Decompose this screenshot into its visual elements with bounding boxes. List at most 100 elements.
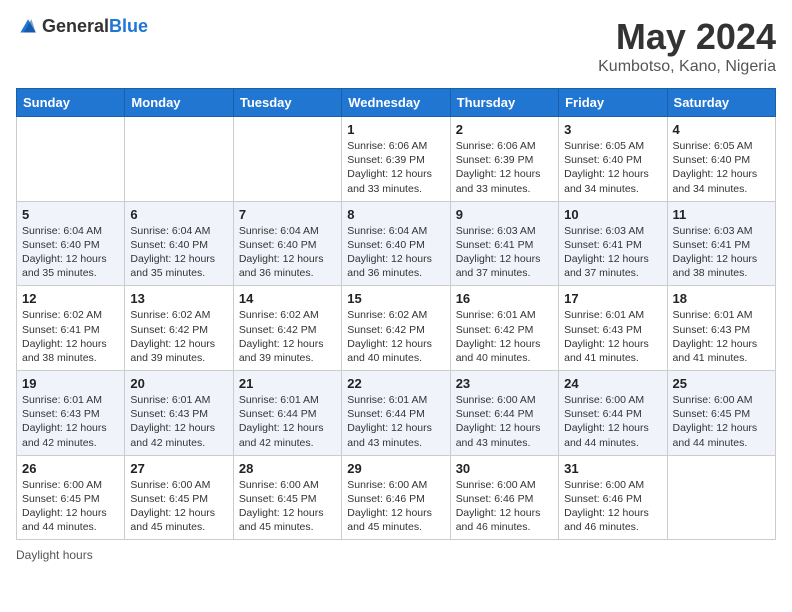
day-number: 12 — [22, 291, 119, 306]
header-cell-thursday: Thursday — [450, 89, 558, 117]
day-cell: 6 Sunrise: 6:04 AM Sunset: 6:40 PM Daylig… — [125, 201, 233, 286]
title-section: May 2024 Kumbotso, Kano, Nigeria — [598, 16, 776, 76]
day-number: 3 — [564, 122, 661, 137]
day-number: 23 — [456, 376, 553, 391]
day-info: Sunrise: 6:06 AM Sunset: 6:39 PM Dayligh… — [456, 139, 553, 196]
day-number: 20 — [130, 376, 227, 391]
day-cell — [125, 117, 233, 202]
day-info: Sunrise: 6:00 AM Sunset: 6:44 PM Dayligh… — [564, 393, 661, 450]
day-cell: 10 Sunrise: 6:03 AM Sunset: 6:41 PM Dayli… — [559, 201, 667, 286]
day-cell: 5 Sunrise: 6:04 AM Sunset: 6:40 PM Daylig… — [17, 201, 125, 286]
logo-general: General — [42, 16, 109, 36]
header-cell-monday: Monday — [125, 89, 233, 117]
day-cell: 21 Sunrise: 6:01 AM Sunset: 6:44 PM Dayli… — [233, 371, 341, 456]
day-number: 19 — [22, 376, 119, 391]
day-info: Sunrise: 6:01 AM Sunset: 6:43 PM Dayligh… — [130, 393, 227, 450]
day-info: Sunrise: 6:00 AM Sunset: 6:46 PM Dayligh… — [347, 478, 444, 535]
day-info: Sunrise: 6:03 AM Sunset: 6:41 PM Dayligh… — [456, 224, 553, 281]
header-cell-saturday: Saturday — [667, 89, 775, 117]
day-cell: 9 Sunrise: 6:03 AM Sunset: 6:41 PM Daylig… — [450, 201, 558, 286]
day-cell: 24 Sunrise: 6:00 AM Sunset: 6:44 PM Dayli… — [559, 371, 667, 456]
day-cell — [233, 117, 341, 202]
day-info: Sunrise: 6:02 AM Sunset: 6:41 PM Dayligh… — [22, 308, 119, 365]
footer-note: Daylight hours — [16, 548, 776, 562]
day-number: 15 — [347, 291, 444, 306]
day-number: 24 — [564, 376, 661, 391]
day-cell: 2 Sunrise: 6:06 AM Sunset: 6:39 PM Daylig… — [450, 117, 558, 202]
day-cell: 18 Sunrise: 6:01 AM Sunset: 6:43 PM Dayli… — [667, 286, 775, 371]
logo-blue: Blue — [109, 16, 148, 36]
day-info: Sunrise: 6:02 AM Sunset: 6:42 PM Dayligh… — [130, 308, 227, 365]
day-cell: 1 Sunrise: 6:06 AM Sunset: 6:39 PM Daylig… — [342, 117, 450, 202]
day-info: Sunrise: 6:00 AM Sunset: 6:45 PM Dayligh… — [22, 478, 119, 535]
day-info: Sunrise: 6:02 AM Sunset: 6:42 PM Dayligh… — [239, 308, 336, 365]
day-number: 14 — [239, 291, 336, 306]
calendar-header: SundayMondayTuesdayWednesdayThursdayFrid… — [17, 89, 776, 117]
day-number: 28 — [239, 461, 336, 476]
day-number: 10 — [564, 207, 661, 222]
day-number: 2 — [456, 122, 553, 137]
day-number: 31 — [564, 461, 661, 476]
day-info: Sunrise: 6:00 AM Sunset: 6:45 PM Dayligh… — [239, 478, 336, 535]
day-cell: 26 Sunrise: 6:00 AM Sunset: 6:45 PM Dayli… — [17, 455, 125, 540]
day-cell: 19Sunrise: 6:01 AM Sunset: 6:43 PM Dayli… — [17, 371, 125, 456]
week-row-4: 19 Sunrise: 6:01 AM Sunset: 6:43 PM Dayli… — [17, 371, 776, 456]
day-info: Sunrise: 6:05 AM Sunset: 6:40 PM Dayligh… — [673, 139, 770, 196]
day-number: 29 — [347, 461, 444, 476]
day-cell: 30Sunrise: 6:00 AM Sunset: 6:46 PM Dayli… — [450, 455, 558, 540]
logo: GeneralBlue — [16, 16, 148, 38]
day-info: Sunrise: 6:04 AM Sunset: 6:40 PM Dayligh… — [130, 224, 227, 281]
day-number: 5 — [22, 207, 119, 222]
header-cell-sunday: Sunday — [17, 89, 125, 117]
day-number: 25 — [673, 376, 770, 391]
day-number: 26 — [22, 461, 119, 476]
day-cell: 29 Sunrise: 6:00 AM Sunset: 6:46 PM Dayli… — [342, 455, 450, 540]
header-cell-tuesday: Tuesday — [233, 89, 341, 117]
week-row-5: 26 Sunrise: 6:00 AM Sunset: 6:45 PM Dayli… — [17, 455, 776, 540]
day-info: Sunrise: 6:04 AM Sunset: 6:40 PM Dayligh… — [239, 224, 336, 281]
header-cell-friday: Friday — [559, 89, 667, 117]
day-cell — [667, 455, 775, 540]
day-cell: 15 Sunrise: 6:02 AM Sunset: 6:42 PM Dayli… — [342, 286, 450, 371]
day-cell — [17, 117, 125, 202]
day-info: Sunrise: 6:00 AM Sunset: 6:44 PM Dayligh… — [456, 393, 553, 450]
calendar-table: SundayMondayTuesdayWednesdayThursdayFrid… — [16, 88, 776, 540]
day-info: Sunrise: 6:01 AM Sunset: 6:43 PM Dayligh… — [673, 308, 770, 365]
header-cell-wednesday: Wednesday — [342, 89, 450, 117]
day-cell: 7Sunrise: 6:04 AM Sunset: 6:40 PM Daylig… — [233, 201, 341, 286]
day-cell: 16Sunrise: 6:01 AM Sunset: 6:42 PM Dayli… — [450, 286, 558, 371]
day-info: Sunrise: 6:06 AM Sunset: 6:39 PM Dayligh… — [347, 139, 444, 196]
day-info: Sunrise: 6:03 AM Sunset: 6:41 PM Dayligh… — [564, 224, 661, 281]
day-number: 18 — [673, 291, 770, 306]
day-number: 1 — [347, 122, 444, 137]
day-number: 21 — [239, 376, 336, 391]
day-number: 27 — [130, 461, 227, 476]
page-header: GeneralBlue May 2024 Kumbotso, Kano, Nig… — [16, 16, 776, 76]
day-info: Sunrise: 6:05 AM Sunset: 6:40 PM Dayligh… — [564, 139, 661, 196]
day-info: Sunrise: 6:03 AM Sunset: 6:41 PM Dayligh… — [673, 224, 770, 281]
day-cell: 27 Sunrise: 6:00 AM Sunset: 6:45 PM Dayli… — [125, 455, 233, 540]
day-info: Sunrise: 6:00 AM Sunset: 6:46 PM Dayligh… — [564, 478, 661, 535]
day-info: Sunrise: 6:04 AM Sunset: 6:40 PM Dayligh… — [22, 224, 119, 281]
day-cell: 20 Sunrise: 6:01 AM Sunset: 6:43 PM Dayli… — [125, 371, 233, 456]
day-cell: 25Sunrise: 6:00 AM Sunset: 6:45 PM Dayli… — [667, 371, 775, 456]
day-number: 9 — [456, 207, 553, 222]
day-cell: 11 Sunrise: 6:03 AM Sunset: 6:41 PM Dayli… — [667, 201, 775, 286]
day-info: Sunrise: 6:00 AM Sunset: 6:45 PM Dayligh… — [130, 478, 227, 535]
day-number: 16 — [456, 291, 553, 306]
day-number: 8 — [347, 207, 444, 222]
day-info: Sunrise: 6:01 AM Sunset: 6:44 PM Dayligh… — [239, 393, 336, 450]
day-cell: 23 Sunrise: 6:00 AM Sunset: 6:44 PM Dayli… — [450, 371, 558, 456]
day-info: Sunrise: 6:02 AM Sunset: 6:42 PM Dayligh… — [347, 308, 444, 365]
day-cell: 17Sunrise: 6:01 AM Sunset: 6:43 PM Dayli… — [559, 286, 667, 371]
day-cell: 4Sunrise: 6:05 AM Sunset: 6:40 PM Daylig… — [667, 117, 775, 202]
page-title: May 2024 — [598, 16, 776, 58]
day-number: 13 — [130, 291, 227, 306]
day-number: 17 — [564, 291, 661, 306]
day-info: Sunrise: 6:01 AM Sunset: 6:44 PM Dayligh… — [347, 393, 444, 450]
day-cell: 3 Sunrise: 6:05 AM Sunset: 6:40 PM Daylig… — [559, 117, 667, 202]
day-cell: 31 Sunrise: 6:00 AM Sunset: 6:46 PM Dayli… — [559, 455, 667, 540]
day-number: 6 — [130, 207, 227, 222]
day-number: 11 — [673, 207, 770, 222]
page-subtitle: Kumbotso, Kano, Nigeria — [598, 58, 776, 76]
